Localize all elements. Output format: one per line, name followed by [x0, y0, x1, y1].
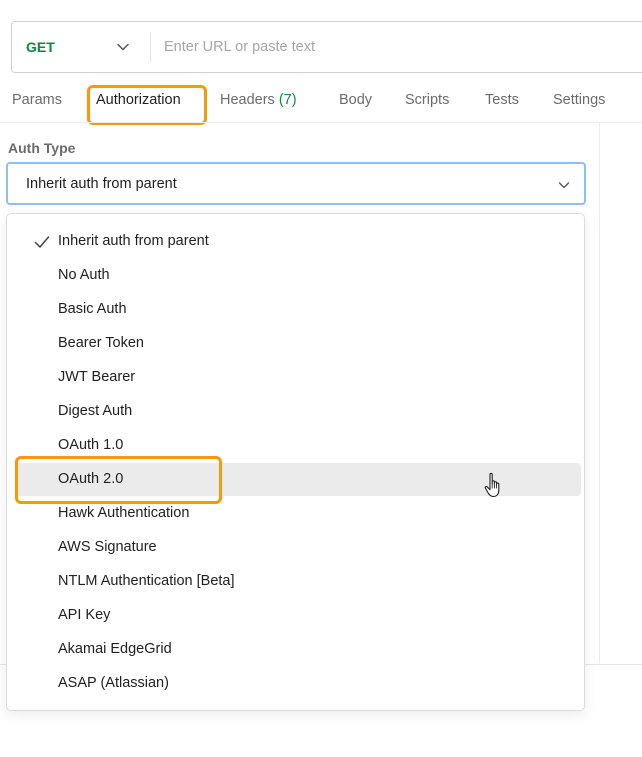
- url-bar: GET: [11, 21, 642, 73]
- auth-option-label: NTLM Authentication [Beta]: [58, 573, 235, 589]
- tab-headers-count: (7): [278, 92, 297, 108]
- auth-type-select[interactable]: Inherit auth from parent: [6, 162, 586, 205]
- tab-body[interactable]: Body: [339, 92, 372, 108]
- auth-option-label: OAuth 1.0: [58, 437, 124, 453]
- auth-type-value: Inherit auth from parent: [26, 176, 177, 192]
- auth-option-label: Hawk Authentication: [58, 505, 190, 521]
- auth-option-label: Akamai EdgeGrid: [58, 641, 172, 657]
- tab-tests[interactable]: Tests: [485, 92, 519, 108]
- request-tabs: Params Authorization Headers (7) Body Sc…: [0, 84, 642, 122]
- auth-option-label: Inherit auth from parent: [58, 233, 209, 249]
- url-input[interactable]: [164, 22, 634, 72]
- auth-type-label: Auth Type: [8, 140, 76, 156]
- auth-option-basic-auth[interactable]: Basic Auth: [16, 293, 581, 326]
- method-select[interactable]: GET: [12, 22, 150, 72]
- method-label: GET: [26, 39, 55, 55]
- tab-headers[interactable]: Headers (7): [220, 92, 297, 108]
- auth-option-ntlm[interactable]: NTLM Authentication [Beta]: [16, 565, 581, 598]
- auth-option-label: OAuth 2.0: [58, 471, 124, 487]
- auth-option-label: AWS Signature: [58, 539, 157, 555]
- tab-params[interactable]: Params: [12, 92, 62, 108]
- auth-option-oauth-1[interactable]: OAuth 1.0: [16, 429, 581, 462]
- hand-cursor-icon: [484, 472, 500, 498]
- auth-option-label: Bearer Token: [58, 335, 144, 351]
- check-icon: [34, 236, 50, 248]
- auth-option-aws-signature[interactable]: AWS Signature: [16, 531, 581, 564]
- url-divider: [150, 32, 151, 62]
- auth-option-label: API Key: [58, 607, 111, 623]
- auth-option-label: Digest Auth: [58, 403, 133, 419]
- auth-type-dropdown: Inherit auth from parent No Auth Basic A…: [6, 213, 585, 711]
- auth-option-hawk[interactable]: Hawk Authentication: [16, 497, 581, 530]
- panel-divider: [599, 123, 600, 663]
- auth-option-inherit[interactable]: Inherit auth from parent: [16, 225, 581, 258]
- auth-option-no-auth[interactable]: No Auth: [16, 259, 581, 292]
- chevron-down-icon: [117, 43, 129, 51]
- tabs-divider: [0, 122, 642, 123]
- auth-option-jwt-bearer[interactable]: JWT Bearer: [16, 361, 581, 394]
- tab-headers-label: Headers: [220, 92, 275, 108]
- auth-option-akamai[interactable]: Akamai EdgeGrid: [16, 633, 581, 666]
- tab-authorization[interactable]: Authorization: [96, 92, 181, 108]
- auth-option-label: No Auth: [58, 267, 110, 283]
- auth-option-digest-auth[interactable]: Digest Auth: [16, 395, 581, 428]
- auth-option-asap[interactable]: ASAP (Atlassian): [16, 667, 581, 700]
- auth-option-label: ASAP (Atlassian): [58, 675, 169, 691]
- tab-scripts[interactable]: Scripts: [405, 92, 449, 108]
- auth-option-label: JWT Bearer: [58, 369, 136, 385]
- auth-option-bearer-token[interactable]: Bearer Token: [16, 327, 581, 360]
- auth-option-label: Basic Auth: [58, 301, 127, 317]
- auth-option-api-key[interactable]: API Key: [16, 599, 581, 632]
- chevron-down-icon: [558, 182, 570, 189]
- tab-settings[interactable]: Settings: [553, 92, 605, 108]
